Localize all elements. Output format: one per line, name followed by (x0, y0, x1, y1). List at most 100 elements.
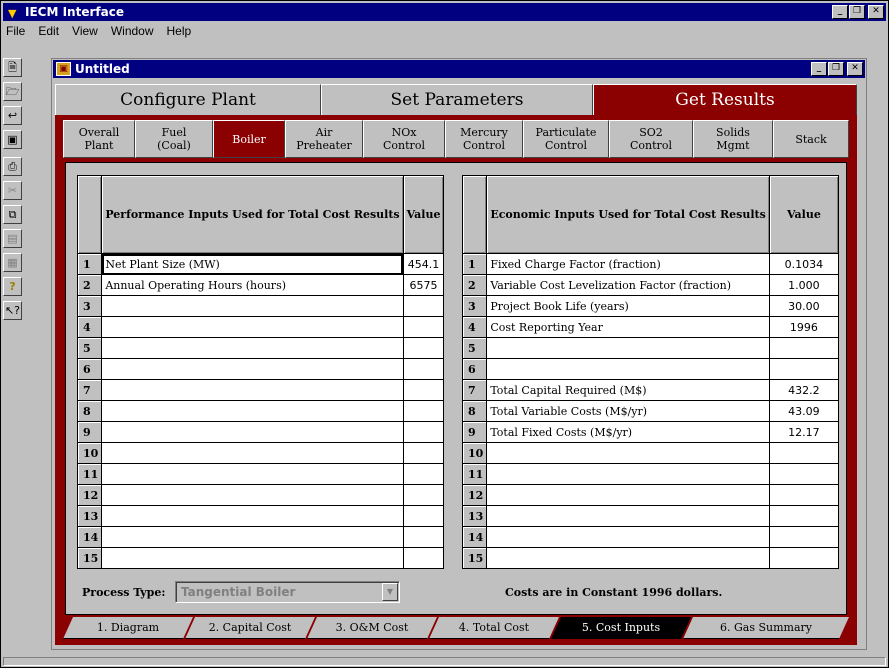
bottom-tab-1[interactable]: 1. Diagram (63, 617, 193, 639)
child-close-button[interactable]: ✕ (847, 62, 863, 76)
subtab-particulate[interactable]: Particulate Control (523, 120, 609, 158)
subtab-fuel[interactable]: Fuel (Coal) (135, 120, 213, 158)
row-label[interactable] (101, 484, 404, 506)
menu-help[interactable]: Help (161, 24, 199, 38)
row-label[interactable] (486, 484, 770, 506)
row-label[interactable] (101, 295, 404, 317)
tab-get-results[interactable]: Get Results (593, 84, 857, 116)
row-label[interactable] (101, 505, 404, 527)
row-value[interactable] (402, 358, 445, 380)
row-label[interactable] (486, 442, 770, 464)
row-value[interactable] (402, 505, 445, 527)
row-value[interactable] (402, 295, 445, 317)
row-label[interactable] (486, 547, 770, 569)
row-value[interactable]: 43.09 (768, 400, 840, 422)
subtab-so2[interactable]: SO2 Control (609, 120, 693, 158)
row-value[interactable] (768, 442, 840, 464)
help-icon[interactable]: ? (3, 277, 22, 296)
row-value[interactable] (768, 463, 840, 485)
row-label[interactable] (101, 463, 404, 485)
row-label[interactable] (486, 337, 770, 359)
row-value[interactable] (402, 484, 445, 506)
bottom-tab-3[interactable]: 3. O&M Cost (307, 617, 437, 639)
cut-icon[interactable]: ✂ (3, 181, 22, 200)
menu-view[interactable]: View (66, 24, 105, 38)
chevron-down-icon[interactable]: ▼ (382, 583, 398, 601)
row-label[interactable] (101, 400, 404, 422)
row-label[interactable] (486, 526, 770, 548)
row-value[interactable] (402, 316, 445, 338)
row-label[interactable]: Total Fixed Costs (M$/yr) (486, 421, 770, 443)
row-label[interactable] (101, 316, 404, 338)
row-value[interactable] (402, 463, 445, 485)
row-value[interactable] (768, 526, 840, 548)
row-label[interactable] (101, 547, 404, 569)
app-titlebar[interactable]: ▼ IECM Interface _ ❐ ✕ (3, 3, 886, 21)
row-label[interactable]: Annual Operating Hours (hours) (101, 274, 404, 296)
tab-configure-plant[interactable]: Configure Plant (55, 84, 321, 116)
subtab-solids[interactable]: Solids Mgmt (693, 120, 773, 158)
row-value[interactable]: 454.1 (402, 253, 445, 275)
row-label[interactable] (101, 337, 404, 359)
bottom-tab-5[interactable]: 5. Cost Inputs (551, 617, 691, 639)
row-label[interactable] (486, 505, 770, 527)
row-value[interactable] (402, 379, 445, 401)
subtab-mercury[interactable]: Mercury Control (445, 120, 523, 158)
row-label[interactable]: Project Book Life (years) (486, 295, 770, 317)
row-label[interactable]: Net Plant Size (MW) (101, 253, 404, 275)
row-label[interactable] (101, 358, 404, 380)
child-minimize-button[interactable]: _ (811, 62, 827, 76)
subtab-stack[interactable]: Stack (773, 120, 849, 158)
open-icon[interactable]: 🗁 (3, 82, 22, 101)
paste-icon[interactable]: ▤ (3, 229, 22, 248)
row-label[interactable] (486, 463, 770, 485)
subtab-nox[interactable]: NOx Control (363, 120, 445, 158)
context-help-icon[interactable]: ↖? (3, 301, 22, 320)
row-value[interactable]: 12.17 (768, 421, 840, 443)
row-value[interactable] (402, 526, 445, 548)
tab-set-parameters[interactable]: Set Parameters (321, 84, 593, 116)
menu-edit[interactable]: Edit (32, 24, 66, 38)
new-icon[interactable]: 🗎 (3, 58, 22, 77)
row-label[interactable]: Total Variable Costs (M$/yr) (486, 400, 770, 422)
row-label[interactable]: Total Capital Required (M$) (486, 379, 770, 401)
row-label[interactable] (101, 379, 404, 401)
row-value[interactable] (402, 421, 445, 443)
subtab-overall[interactable]: Overall Plant (63, 120, 135, 158)
minimize-button[interactable]: _ (832, 5, 848, 19)
row-value[interactable] (768, 484, 840, 506)
child-titlebar[interactable]: ▣ Untitled _ ❐ ✕ (53, 60, 865, 78)
bottom-tab-2[interactable]: 2. Capital Cost (185, 617, 315, 639)
properties-icon[interactable]: ▦ (3, 253, 22, 272)
row-value[interactable] (402, 547, 445, 569)
row-value[interactable]: 6575 (402, 274, 445, 296)
bottom-tab-4[interactable]: 4. Total Cost (429, 617, 559, 639)
row-value[interactable] (402, 442, 445, 464)
row-value[interactable]: 0.1034 (768, 253, 840, 275)
close-button[interactable]: ✕ (868, 5, 884, 19)
save-icon[interactable]: ▣ (3, 130, 22, 149)
import-icon[interactable]: ↩ (3, 106, 22, 125)
row-value[interactable] (768, 358, 840, 380)
restore-button[interactable]: ❐ (849, 5, 865, 19)
row-value[interactable]: 1.000 (768, 274, 840, 296)
row-value[interactable] (768, 505, 840, 527)
menu-file[interactable]: File (3, 24, 32, 38)
row-value[interactable] (402, 337, 445, 359)
row-label[interactable] (101, 421, 404, 443)
row-value[interactable]: 30.00 (768, 295, 840, 317)
bottom-tab-6[interactable]: 6. Gas Summary (683, 617, 849, 639)
row-label[interactable] (101, 442, 404, 464)
subtab-air[interactable]: Air Preheater (285, 120, 363, 158)
menu-window[interactable]: Window (105, 24, 161, 38)
row-value[interactable] (768, 337, 840, 359)
child-restore-button[interactable]: ❐ (828, 62, 844, 76)
row-value[interactable]: 1996 (768, 316, 840, 338)
row-label[interactable]: Cost Reporting Year (486, 316, 770, 338)
process-type-select[interactable]: Tangential Boiler ▼ (175, 581, 400, 603)
row-value[interactable] (768, 547, 840, 569)
row-label[interactable] (101, 526, 404, 548)
subtab-boiler[interactable]: Boiler (213, 120, 285, 158)
copy-icon[interactable]: ⧉ (3, 205, 22, 224)
row-value[interactable] (402, 400, 445, 422)
